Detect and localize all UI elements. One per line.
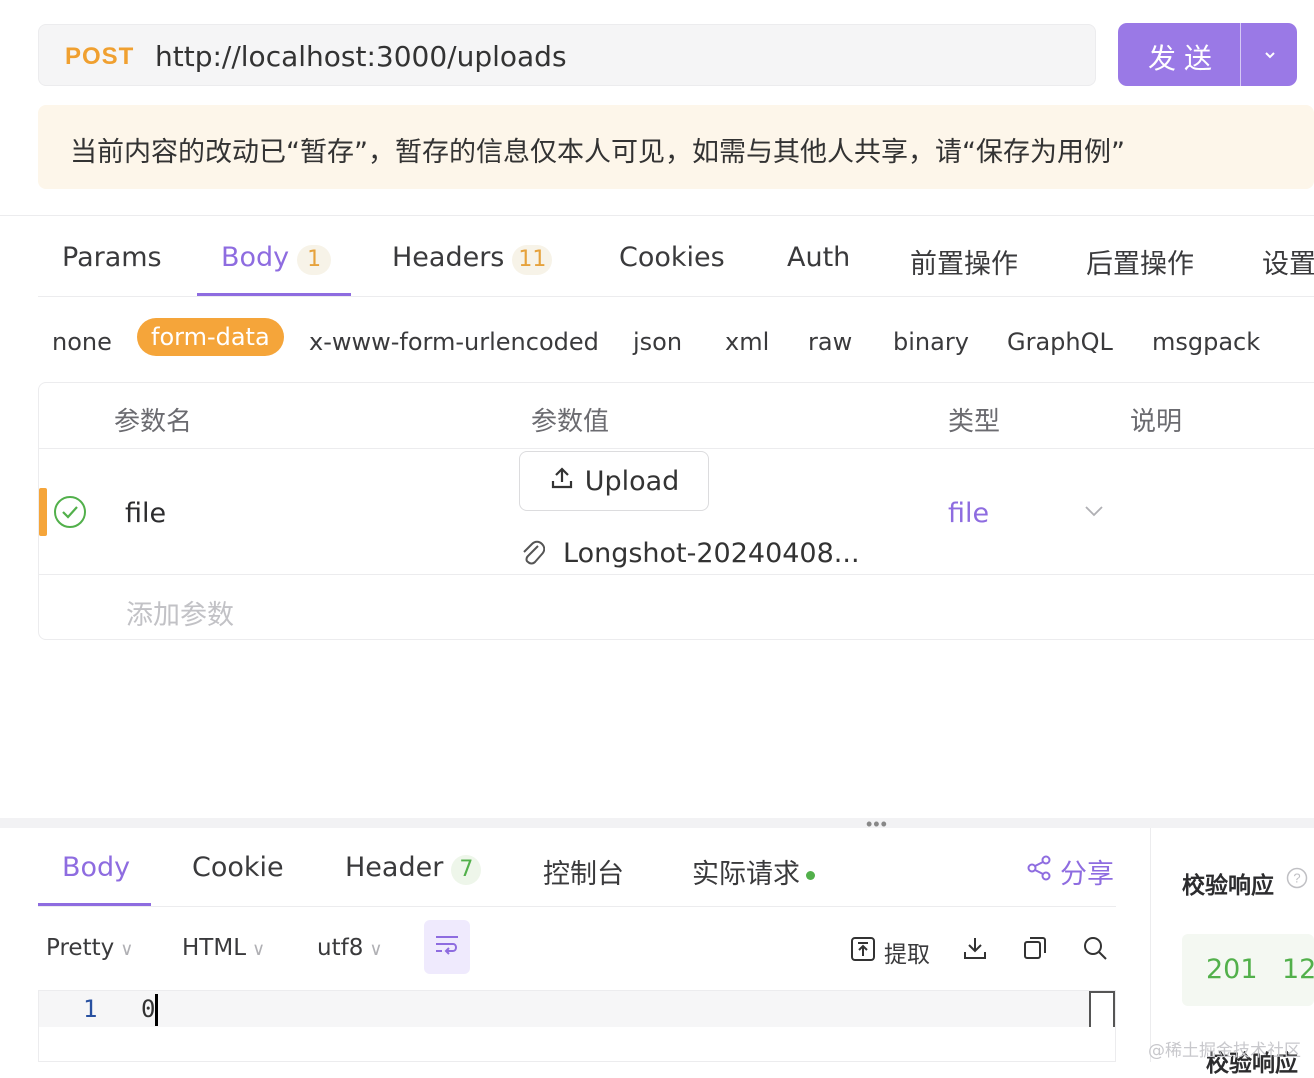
table-header-divider xyxy=(39,448,1314,449)
param-type-select[interactable]: file xyxy=(948,498,989,529)
url-bar[interactable]: POST http://localhost:3000/uploads xyxy=(38,24,1096,86)
status-summary: 201 12 xyxy=(1182,934,1314,1006)
wrap-icon xyxy=(434,934,460,961)
body-type-none[interactable]: none xyxy=(52,328,112,356)
paperclip-icon xyxy=(519,537,546,572)
send-button[interactable]: 发送 xyxy=(1118,23,1297,86)
extract-label: 提取 xyxy=(884,942,930,968)
chevron-down-icon: ∨ xyxy=(252,939,266,960)
chevron-down-icon: ∨ xyxy=(120,939,134,960)
type-chevron-down-icon[interactable] xyxy=(1084,504,1104,523)
share-label: 分享 xyxy=(1060,859,1114,890)
status-code: 201 xyxy=(1206,954,1258,985)
body-type-x-www-form-urlencoded[interactable]: x-www-form-urlencoded xyxy=(309,328,599,356)
type-select-label: HTML xyxy=(182,935,247,961)
draft-notice: 当前内容的改动已“暂存”，暂存的信息仅本人可见，如需与其他人共享，请“保存为用例… xyxy=(38,105,1314,189)
param-name-cell[interactable]: file xyxy=(125,498,166,529)
response-tab-actual-request[interactable]: 实际请求 xyxy=(692,852,815,891)
row-enabled-check-icon[interactable] xyxy=(53,495,87,534)
uploaded-file-name[interactable]: Longshot-20240408... xyxy=(563,538,860,569)
response-tabs-divider xyxy=(38,906,1116,907)
format-select-label: Pretty xyxy=(46,935,115,961)
response-time: 12 xyxy=(1282,954,1314,985)
share-button[interactable]: 分享 xyxy=(1026,852,1114,891)
type-select[interactable]: HTML ∨ xyxy=(182,935,265,961)
upload-button-label: Upload xyxy=(584,465,680,497)
body-type-graphql[interactable]: GraphQL xyxy=(1007,328,1113,356)
tab-headers-badge: 11 xyxy=(512,245,553,275)
tabs-divider xyxy=(38,296,1314,297)
word-wrap-button[interactable] xyxy=(424,920,470,974)
validate-response-label: 校验响应 xyxy=(1182,873,1274,899)
response-tab-header-badge: 7 xyxy=(451,855,482,885)
tab-headers-label: Headers xyxy=(392,242,505,273)
copy-icon[interactable] xyxy=(1022,935,1048,966)
column-header-name: 参数名 xyxy=(114,407,193,437)
resize-grip-icon[interactable]: ••• xyxy=(866,814,888,835)
response-tab-body[interactable]: Body xyxy=(62,852,130,883)
tab-pre-operations[interactable]: 前置操作 xyxy=(910,242,1018,281)
search-icon[interactable] xyxy=(1082,935,1108,966)
watermark: @稀土掘金技术社区 xyxy=(1148,1041,1301,1061)
tab-settings[interactable]: 设置 xyxy=(1262,242,1314,281)
body-type-binary[interactable]: binary xyxy=(893,328,969,356)
tab-headers[interactable]: Headers 11 xyxy=(392,242,553,275)
tab-body-badge: 1 xyxy=(297,245,332,275)
help-icon[interactable]: ? xyxy=(1286,867,1308,894)
send-options-chevron-down-icon[interactable] xyxy=(1242,23,1297,86)
svg-text:?: ? xyxy=(1293,871,1300,886)
tab-params[interactable]: Params xyxy=(62,242,162,273)
status-dot-icon xyxy=(806,871,815,880)
download-icon[interactable] xyxy=(962,935,988,966)
url-input[interactable]: http://localhost:3000/uploads xyxy=(155,40,567,73)
active-line-highlight xyxy=(39,991,1089,1027)
tab-cookies[interactable]: Cookies xyxy=(619,242,725,273)
upload-icon xyxy=(549,465,575,498)
line-number: 1 xyxy=(83,995,98,1023)
send-button-label: 发送 xyxy=(1148,42,1221,75)
text-cursor xyxy=(155,994,158,1026)
format-select[interactable]: Pretty ∨ xyxy=(46,935,133,961)
column-header-type: 类型 xyxy=(948,407,1001,437)
column-header-value: 参数值 xyxy=(531,407,610,437)
tab-body[interactable]: Body 1 xyxy=(221,242,332,275)
response-tab-console[interactable]: 控制台 xyxy=(543,852,624,891)
extract-button[interactable]: 提取 xyxy=(850,935,930,969)
draft-notice-text: 当前内容的改动已“暂存”，暂存的信息仅本人可见，如需与其他人共享，请“保存为用例… xyxy=(70,137,1125,168)
response-tab-header-label: Header xyxy=(345,852,444,883)
method-selector[interactable]: POST xyxy=(65,43,134,71)
body-type-form-data[interactable]: form-data xyxy=(137,318,284,356)
row-divider xyxy=(39,574,1314,575)
divider xyxy=(0,215,1314,216)
body-type-msgpack[interactable]: msgpack xyxy=(1152,328,1260,356)
share-icon xyxy=(1026,854,1052,889)
extract-icon xyxy=(850,936,876,968)
add-param-input[interactable]: 添加参数 xyxy=(126,593,234,632)
encoding-select[interactable]: utf8 ∨ xyxy=(317,935,383,961)
upload-button[interactable]: Upload xyxy=(519,451,709,511)
row-drag-handle[interactable] xyxy=(39,488,47,536)
body-type-json[interactable]: json xyxy=(633,328,682,356)
response-tab-cookie[interactable]: Cookie xyxy=(192,852,284,883)
column-header-description: 说明 xyxy=(1130,407,1183,437)
encoding-select-label: utf8 xyxy=(317,935,364,961)
tab-body-label: Body xyxy=(221,242,290,273)
response-tab-actual-request-label: 实际请求 xyxy=(692,859,800,890)
body-type-xml[interactable]: xml xyxy=(725,328,769,356)
tab-auth[interactable]: Auth xyxy=(787,242,850,273)
chevron-down-icon: ∨ xyxy=(369,939,383,960)
pane-resize-handle[interactable] xyxy=(0,818,1314,828)
response-editor[interactable]: 1 0 xyxy=(38,990,1116,1062)
tab-post-operations[interactable]: 后置操作 xyxy=(1086,242,1194,281)
body-type-raw[interactable]: raw xyxy=(808,328,852,356)
code-line[interactable]: 0 xyxy=(141,995,155,1023)
scrollbar[interactable] xyxy=(1089,991,1115,1027)
response-tab-header[interactable]: Header 7 xyxy=(345,852,482,885)
send-divider xyxy=(1240,23,1241,86)
